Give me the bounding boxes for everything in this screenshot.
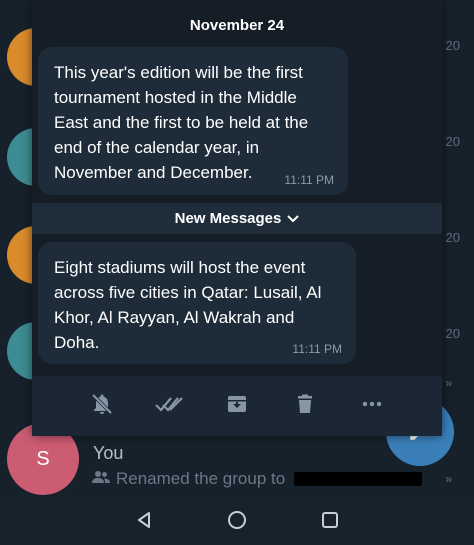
- mark-read-button[interactable]: [154, 391, 184, 421]
- more-button[interactable]: [357, 391, 387, 421]
- message-bubble[interactable]: This year's edition will be the first to…: [38, 47, 348, 195]
- more-icon: [360, 392, 384, 421]
- chat-time: 20: [445, 134, 460, 149]
- message-text: Eight stadiums will host the event acros…: [54, 258, 322, 352]
- new-messages-label: New Messages: [174, 210, 282, 227]
- recents-icon[interactable]: [320, 510, 340, 535]
- chat-subtitle: Renamed the group to: [92, 469, 423, 489]
- group-icon: [92, 469, 110, 489]
- mute-button[interactable]: [87, 391, 117, 421]
- action-bar: [32, 376, 442, 436]
- chat-subtitle-text: Renamed the group to: [116, 469, 286, 488]
- delete-button[interactable]: [290, 391, 320, 421]
- chevron-right-icon: »: [445, 472, 452, 486]
- message-time: 11:11 PM: [284, 173, 334, 187]
- message-time: 11:11 PM: [292, 342, 342, 356]
- chat-time: 20: [445, 230, 460, 245]
- back-icon[interactable]: [134, 510, 154, 535]
- system-nav-bar: [0, 500, 474, 545]
- date-header: November 24: [189, 17, 285, 34]
- new-messages-divider[interactable]: New Messages: [32, 203, 442, 234]
- message-text: This year's edition will be the first to…: [54, 63, 309, 182]
- chat-time: 20: [445, 326, 460, 341]
- chat-time: 20: [445, 38, 460, 53]
- mute-icon: [90, 392, 114, 421]
- archive-icon: [225, 392, 249, 421]
- message-bubble[interactable]: Eight stadiums will host the event acros…: [38, 242, 356, 364]
- archive-button[interactable]: [222, 391, 252, 421]
- delete-icon: [293, 392, 317, 421]
- redacted-text: [294, 472, 423, 486]
- chevron-down-icon: [287, 211, 300, 227]
- chat-preview-popup: November 24 This year's edition will be …: [32, 0, 442, 436]
- home-icon[interactable]: [226, 509, 248, 536]
- chevron-right-icon: »: [445, 376, 452, 390]
- chat-name: You: [93, 443, 124, 463]
- read-all-icon: [154, 392, 184, 421]
- avatar-letter: S: [36, 447, 50, 470]
